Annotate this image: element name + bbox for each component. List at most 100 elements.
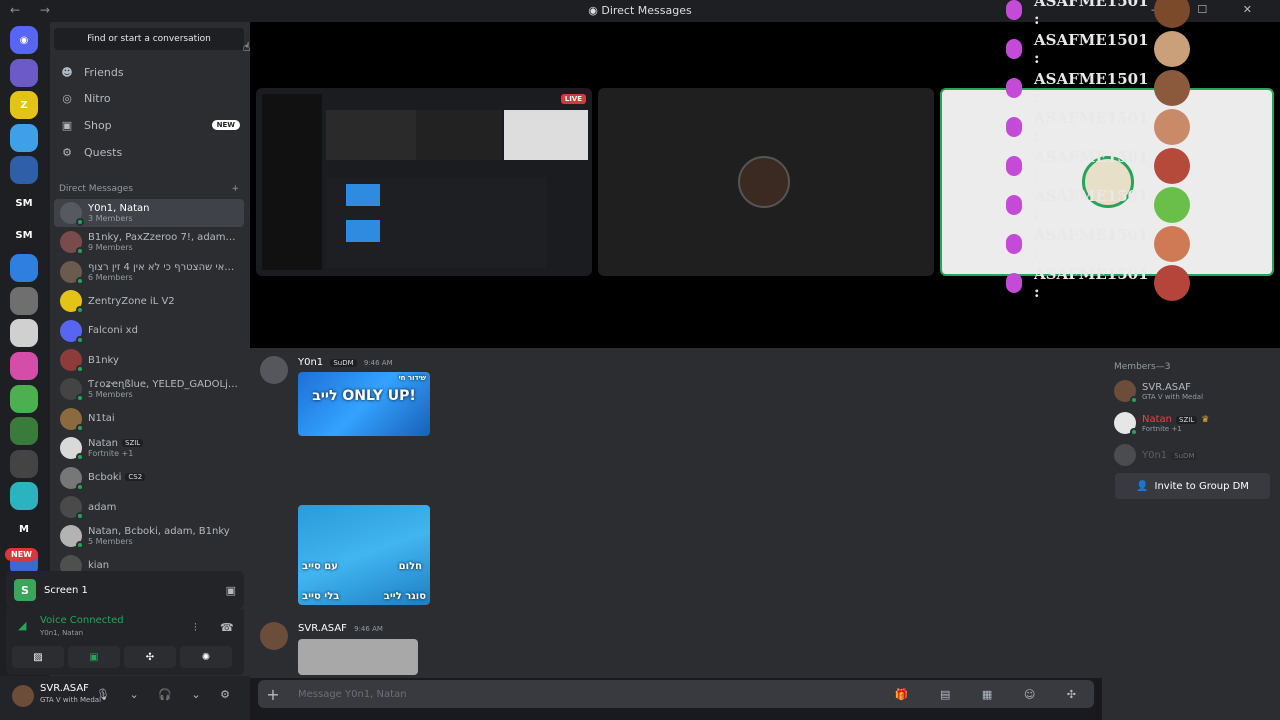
- screen-icon: S: [14, 579, 36, 601]
- microphone-icon: [1006, 234, 1022, 254]
- dm-subtitle: 9 Members: [88, 243, 133, 253]
- nav-item-shop[interactable]: ▣ Shop NEW: [60, 114, 240, 136]
- disconnect-icon[interactable]: ☎: [220, 621, 234, 634]
- avatar: [1154, 70, 1190, 106]
- user-tag: SuDM: [1171, 451, 1198, 460]
- dm-item[interactable]: adam: [54, 493, 244, 521]
- mouse-cursor-icon: ☝: [243, 40, 251, 54]
- stream-overlay-row: ASAFME1501 :: [1006, 30, 1190, 68]
- stream-preview-thumb: [346, 220, 380, 242]
- soundboard-button[interactable]: ✺: [180, 646, 232, 668]
- member-item[interactable]: Y0n1 SuDM: [1114, 442, 1274, 468]
- server-icon[interactable]: [10, 58, 38, 87]
- server-icon[interactable]: Z: [10, 91, 38, 120]
- server-icon[interactable]: [10, 449, 38, 478]
- dm-item[interactable]: Y0n1, Natan 3 Members: [54, 199, 244, 227]
- dm-item[interactable]: Falconi xd: [54, 317, 244, 345]
- nav-item-friends[interactable]: ☻ Friends: [60, 61, 240, 83]
- avatar: [1114, 444, 1136, 466]
- dm-item[interactable]: B1nky: [54, 346, 244, 374]
- signal-icon[interactable]: ◢: [18, 619, 26, 632]
- dm-subtitle: 6 Members: [88, 272, 133, 282]
- overlay-username: ASAFME1501 :: [1034, 265, 1149, 301]
- message-header: SVR.ASAF 9:46 AM: [298, 623, 383, 634]
- image-attachment[interactable]: עם סייב חלום בלי סייב סוגר לייב: [298, 505, 430, 605]
- server-icon[interactable]: [10, 123, 38, 152]
- dm-text: kian: [88, 560, 238, 571]
- user-tag: CS2: [125, 473, 146, 482]
- invite-button[interactable]: 👤 Invite to Group DM: [1115, 473, 1270, 499]
- add-dm-icon[interactable]: +: [231, 184, 239, 194]
- user-controls[interactable]: 🎙 ⌄ 🎧 ⌄ ⚙: [96, 688, 238, 701]
- server-icon[interactable]: [10, 254, 38, 283]
- server-icon[interactable]: ◉: [10, 26, 38, 54]
- server-icon[interactable]: SM: [10, 189, 38, 217]
- message-author[interactable]: Y0n1: [298, 357, 323, 368]
- server-icon[interactable]: [10, 417, 38, 446]
- message-input[interactable]: Message Y0n1, Natan: [298, 689, 895, 700]
- dm-text: B1nky: [88, 355, 238, 366]
- status-indicator: [76, 541, 84, 550]
- composer-icons[interactable]: 🎁 ▤ ▦ ☺ ✣: [895, 688, 1090, 701]
- stop-stream-icon[interactable]: ▣: [226, 584, 236, 597]
- microphone-icon: [1006, 0, 1022, 20]
- message-author[interactable]: SVR.ASAF: [298, 623, 347, 634]
- dm-item[interactable]: Ƭɾօʑҽɳßlue, YELED_GADOLjr, it... 5 Member…: [54, 375, 244, 403]
- invite-label: Invite to Group DM: [1154, 480, 1249, 492]
- microphone-icon: [1006, 39, 1022, 59]
- server-icon[interactable]: [10, 352, 38, 380]
- share-screen-button[interactable]: ▣: [68, 646, 120, 668]
- dm-item[interactable]: N1tai: [54, 405, 244, 433]
- server-icon[interactable]: [10, 482, 38, 511]
- dm-header-label: Direct Messages: [59, 184, 133, 194]
- stream-overlay-row: ASAFME1501 :: [1006, 69, 1190, 107]
- image-attachment[interactable]: [298, 639, 418, 675]
- new-badge: NEW: [211, 120, 240, 131]
- server-icon[interactable]: [10, 319, 38, 348]
- dm-item[interactable]: B1nky, PaxZzeroo 7!, adam, Bcb...9 Membe…: [54, 228, 244, 256]
- member-text: Y0n1 SuDM: [1142, 450, 1198, 461]
- server-icon[interactable]: M: [10, 515, 38, 543]
- add-attachment-icon[interactable]: +: [258, 685, 288, 704]
- nav-item-quests[interactable]: ⚙ Quests: [60, 141, 240, 163]
- dm-subtitle: 5 Members: [88, 390, 133, 400]
- dm-item[interactable]: Bcboki CS2: [54, 464, 244, 492]
- image-attachment[interactable]: שידור חי לייב ONLY UP!: [298, 372, 430, 436]
- thumb-label: חלום: [398, 561, 422, 572]
- dm-item[interactable]: Natan, Bcboki, adam, B1nky 5 Members: [54, 522, 244, 550]
- dm-text: N1tai: [88, 413, 238, 424]
- dm-name: N1tai: [88, 413, 115, 425]
- member-item[interactable]: Natan SZIL ♛ Fortnite +1: [1114, 410, 1274, 436]
- dm-item[interactable]: וניתאי שהצטרף כי לא אין 4 זין רצוף 6 Memb…: [54, 258, 244, 286]
- nav-item-label: Shop: [84, 118, 112, 132]
- camera-button[interactable]: ▨: [12, 646, 64, 668]
- avatar: [60, 437, 84, 462]
- avatar[interactable]: [260, 356, 288, 384]
- camera-tile[interactable]: [598, 88, 934, 276]
- stream-tile[interactable]: LIVE: [256, 88, 592, 276]
- dm-name: Natan, Bcboki, adam, B1nky: [88, 526, 230, 538]
- noise-icon[interactable]: ⫶: [194, 621, 197, 635]
- avatar: [1154, 148, 1190, 184]
- participant-avatar: [738, 156, 790, 208]
- friends-icon: ☻: [61, 65, 73, 79]
- stream-overlay-row: ASAFME1501 :: [1006, 225, 1190, 263]
- stream-overlay-row: ASAFME1501 :: [1006, 186, 1190, 224]
- avatar[interactable]: [260, 622, 288, 650]
- server-icon[interactable]: [10, 286, 38, 315]
- username[interactable]: SVR.ASAF: [40, 683, 89, 694]
- server-new-badge: NEW: [5, 548, 38, 561]
- nav-item-nitro[interactable]: ◎ Nitro: [60, 88, 240, 110]
- nitro-icon: ◎: [62, 92, 72, 106]
- server-icon[interactable]: [10, 156, 38, 185]
- server-icon[interactable]: SM: [10, 221, 38, 250]
- member-name: Y0n1 SuDM: [1142, 450, 1198, 461]
- dm-item[interactable]: Natan SZIL Fortnite +1: [54, 434, 244, 462]
- search-input[interactable]: Find or start a conversation: [54, 28, 244, 50]
- member-item[interactable]: SVR.ASAF GTA V with Medal: [1114, 378, 1274, 404]
- avatar[interactable]: [12, 685, 34, 707]
- dm-item[interactable]: ZentryZone iL V2: [54, 287, 244, 315]
- activities-button[interactable]: ✣: [124, 646, 176, 668]
- voice-status[interactable]: Voice Connected: [40, 615, 124, 626]
- server-icon[interactable]: [10, 384, 38, 413]
